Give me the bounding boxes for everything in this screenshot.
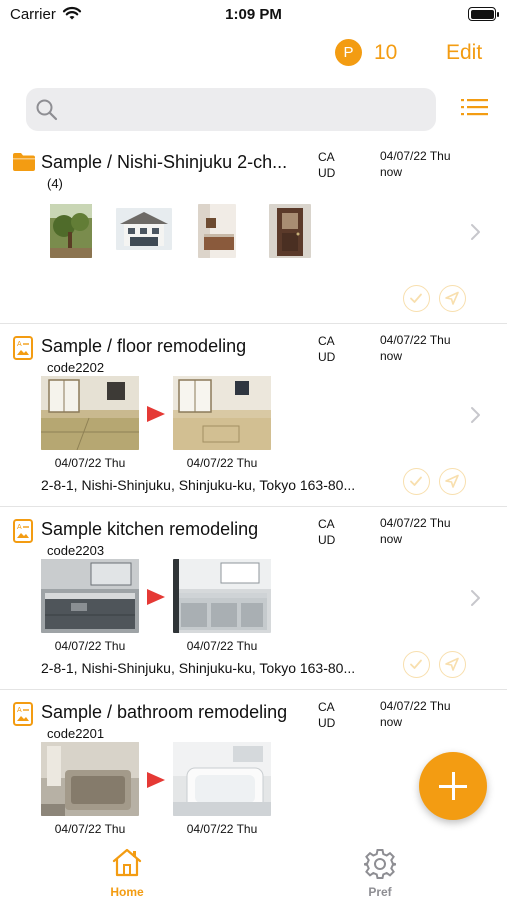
- chevron-right-icon[interactable]: [470, 406, 482, 429]
- after-photo[interactable]: [173, 559, 271, 633]
- item-title: Sample kitchen remodeling: [41, 519, 259, 539]
- chevron-right-icon[interactable]: [470, 223, 482, 246]
- points-icon: P: [335, 39, 362, 66]
- battery-icon: [468, 7, 499, 21]
- tag-ca: CA: [318, 700, 335, 714]
- arrow-icon: [147, 589, 165, 605]
- photo-thumbnail[interactable]: [269, 204, 311, 258]
- tag-ud: UD: [318, 166, 336, 180]
- list-item[interactable]: A Sample / floor remodeling code2202 CA …: [0, 324, 507, 507]
- send-icon[interactable]: [439, 651, 466, 678]
- send-icon[interactable]: [439, 468, 466, 495]
- tab-home[interactable]: Home: [67, 836, 187, 900]
- svg-text:A: A: [17, 341, 22, 348]
- list-item[interactable]: Sample / Nishi-Shinjuku 2-ch... (4) CA U…: [0, 140, 507, 324]
- item-date: 04/07/22 Thu: [380, 699, 451, 713]
- home-icon: [111, 847, 143, 882]
- after-photo-date: 04/07/22 Thu: [186, 456, 258, 470]
- add-button[interactable]: [419, 752, 487, 820]
- item-updated: now: [380, 715, 403, 729]
- item-updated: now: [380, 532, 403, 546]
- tab-home-label: Home: [110, 885, 144, 899]
- tab-bar: Home Pref: [0, 836, 507, 900]
- before-photo-date: 04/07/22 Thu: [54, 822, 126, 836]
- item-code: code2201: [47, 726, 105, 741]
- item-date: 04/07/22 Thu: [380, 516, 451, 530]
- item-address: 2-8-1, Nishi-Shinjuku, Shinjuku-ku, Toky…: [41, 660, 356, 676]
- svg-text:A: A: [17, 707, 22, 714]
- tag-ud: UD: [318, 533, 336, 547]
- svg-text:A: A: [17, 524, 22, 531]
- gear-icon: [363, 848, 397, 885]
- tag-ca: CA: [318, 334, 335, 348]
- list-view-icon[interactable]: [461, 97, 489, 126]
- item-address: 2-8-1, Nishi-Shinjuku, Shinjuku-ku, Toky…: [41, 477, 356, 493]
- check-icon[interactable]: [403, 468, 430, 495]
- item-date: 04/07/22 Thu: [380, 149, 451, 163]
- check-icon[interactable]: [403, 651, 430, 678]
- clock: 1:09 PM: [225, 6, 282, 23]
- tag-ud: UD: [318, 716, 336, 730]
- edit-button[interactable]: Edit: [446, 41, 482, 65]
- album-icon: A: [12, 336, 34, 365]
- album-icon: A: [12, 702, 34, 731]
- list-item[interactable]: A Sample kitchen remodeling code2203 CA …: [0, 507, 507, 690]
- after-photo[interactable]: [173, 376, 271, 450]
- item-title: Sample / bathroom remodeling: [41, 702, 288, 722]
- before-photo[interactable]: [41, 376, 139, 450]
- item-count: (4): [47, 176, 63, 191]
- before-photo-date: 04/07/22 Thu: [54, 456, 126, 470]
- after-photo-date: 04/07/22 Thu: [186, 639, 258, 653]
- arrow-icon: [147, 772, 165, 788]
- before-photo[interactable]: [41, 742, 139, 816]
- tag-ca: CA: [318, 150, 335, 164]
- tag-ca: CA: [318, 517, 335, 531]
- item-updated: now: [380, 349, 403, 363]
- tag-ud: UD: [318, 350, 336, 364]
- send-icon[interactable]: [439, 285, 466, 312]
- photo-thumbnail[interactable]: [50, 204, 92, 258]
- tab-pref[interactable]: Pref: [320, 836, 440, 900]
- album-icon: A: [12, 519, 34, 548]
- after-photo-date: 04/07/22 Thu: [186, 822, 258, 836]
- arrow-icon: [147, 406, 165, 422]
- tab-pref-label: Pref: [368, 885, 392, 899]
- chevron-right-icon[interactable]: [470, 589, 482, 612]
- before-photo-date: 04/07/22 Thu: [54, 639, 126, 653]
- photo-thumbnail[interactable]: [116, 208, 172, 250]
- item-date: 04/07/22 Thu: [380, 333, 451, 347]
- search-icon: [35, 98, 59, 127]
- photo-thumbnail[interactable]: [198, 204, 236, 258]
- item-code: code2203: [47, 543, 105, 558]
- status-bar: Carrier 1:09 PM: [0, 0, 507, 30]
- after-photo[interactable]: [173, 742, 271, 816]
- item-code: code2202: [47, 360, 105, 375]
- item-title: Sample / Nishi-Shinjuku 2-ch...: [41, 152, 288, 172]
- points-count: 10: [374, 41, 398, 64]
- item-updated: now: [380, 165, 403, 179]
- folder-icon: [12, 152, 36, 177]
- before-photo[interactable]: [41, 559, 139, 633]
- check-icon[interactable]: [403, 285, 430, 312]
- search-input[interactable]: [26, 88, 436, 131]
- item-title: Sample / floor remodeling: [41, 336, 247, 356]
